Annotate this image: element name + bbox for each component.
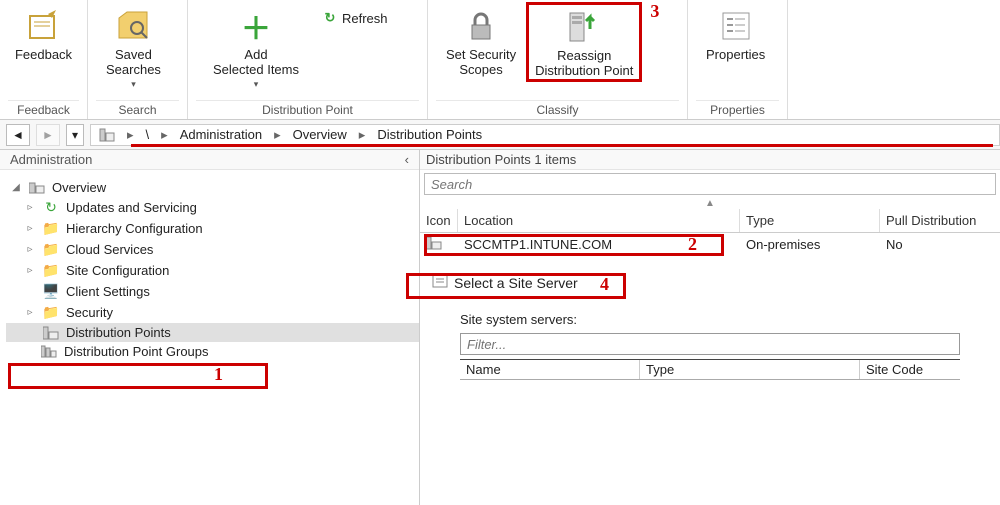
distribution-points-icon [42, 326, 60, 340]
tree-node-overview[interactable]: ◢ Overview [6, 178, 419, 197]
collapse-pane-icon[interactable]: ‹ [405, 152, 409, 167]
callout-badge-1: 1 [214, 364, 223, 385]
tree-node-distribution-point-groups[interactable]: Distribution Point Groups [6, 342, 419, 361]
tree-node-client-settings[interactable]: 🖥️ Client Settings [6, 281, 419, 302]
column-icon[interactable]: Icon [420, 209, 458, 232]
overview-icon [28, 181, 46, 195]
nav-tree-title: Administration ‹ [0, 150, 419, 170]
breadcrumb-root[interactable]: \ [138, 127, 158, 142]
column-pull[interactable]: Pull Distribution [880, 209, 1000, 232]
callout-badge-4: 4 [600, 274, 609, 295]
breadcrumb-administration[interactable]: Administration [172, 127, 270, 142]
nav-tree-pane: Administration ‹ ◢ Overview ▹ ↻ Updates … [0, 150, 420, 505]
column-type[interactable]: Type [740, 209, 880, 232]
client-settings-icon: 🖥️ [42, 283, 60, 300]
add-selected-items-button[interactable]: ＋ Add Selected Items ▾ [196, 2, 316, 90]
reassign-distribution-point-button[interactable]: Reassign Distribution Point 3 [526, 2, 642, 82]
detail-col-name[interactable]: Name [460, 360, 640, 379]
filter-input[interactable] [460, 333, 960, 355]
breadcrumb: ▸ \ ▸ Administration ▸ Overview ▸ Distri… [90, 124, 1000, 146]
ribbon-group-dist-point: Distribution Point [196, 100, 419, 119]
refresh-button[interactable]: ↻ Refresh [316, 6, 394, 30]
row-type: On-premises [740, 237, 880, 252]
detail-col-type[interactable]: Type [640, 360, 860, 379]
tree-node-distribution-points[interactable]: Distribution Points [6, 323, 419, 342]
nav-dropdown-button[interactable]: ▾ [66, 124, 84, 146]
ribbon-group-search: Search [96, 100, 179, 119]
properties-button[interactable]: Properties [696, 2, 775, 63]
breadcrumb-overview[interactable]: Overview [285, 127, 355, 142]
tree-node-hierarchy-config[interactable]: ▹ 📁 Hierarchy Configuration [6, 218, 419, 239]
ribbon-group-feedback: Feedback [8, 100, 79, 119]
callout-box-2 [424, 234, 724, 256]
detail-col-code[interactable]: Site Code [860, 360, 960, 379]
ribbon: Feedback Feedback Saved Searches ▾ Searc… [0, 0, 1000, 120]
saved-searches-icon [113, 6, 153, 46]
main-area: Administration ‹ ◢ Overview ▹ ↻ Updates … [0, 150, 1000, 505]
search-field[interactable] [431, 177, 989, 192]
set-security-scopes-button[interactable]: Set Security Scopes [436, 2, 526, 78]
site-servers-label: Site system servers: [460, 312, 1000, 327]
sort-indicator-icon: ▲ [420, 198, 1000, 209]
updates-icon: ↻ [42, 199, 60, 216]
content-pane: Distribution Points 1 items ▲ Icon Locat… [420, 150, 1000, 505]
tree-node-updates-servicing[interactable]: ▹ ↻ Updates and Servicing [6, 197, 419, 218]
folder-icon: 📁 [42, 304, 60, 321]
tree-node-cloud-services[interactable]: ▹ 📁 Cloud Services [6, 239, 419, 260]
expand-icon: ◢ [10, 182, 22, 193]
row-pull: No [880, 237, 1000, 252]
folder-icon: 📁 [42, 262, 60, 279]
feedback-button[interactable]: Feedback [8, 2, 79, 63]
callout-badge-3: 3 [650, 1, 659, 22]
nav-forward-button[interactable]: ► [36, 124, 60, 146]
add-icon: ＋ [236, 6, 276, 46]
column-headers: Icon Location Type Pull Distribution [420, 209, 1000, 233]
filter-field[interactable] [467, 337, 953, 352]
callout-box-4 [406, 273, 626, 299]
detail-column-headers: Name Type Site Code [460, 359, 960, 380]
nav-back-button[interactable]: ◄ [6, 124, 30, 146]
list-title: Distribution Points 1 items [420, 150, 1000, 170]
breadcrumb-bar: ◄ ► ▾ ▸ \ ▸ Administration ▸ Overview ▸ … [0, 120, 1000, 150]
properties-icon [716, 6, 756, 46]
callout-badge-2: 2 [688, 234, 697, 255]
callout-underline [131, 144, 993, 147]
ribbon-group-classify: Classify [436, 100, 679, 119]
refresh-icon: ↻ [322, 10, 338, 26]
folder-icon: 📁 [42, 220, 60, 237]
callout-box-1 [8, 363, 268, 389]
feedback-icon [24, 6, 64, 46]
tree-node-site-config[interactable]: ▹ 📁 Site Configuration [6, 260, 419, 281]
column-location[interactable]: Location [458, 209, 740, 232]
breadcrumb-home-icon[interactable] [91, 128, 123, 142]
tree-node-security[interactable]: ▹ 📁 Security [6, 302, 419, 323]
distribution-point-groups-icon [40, 345, 58, 359]
breadcrumb-distribution-points[interactable]: Distribution Points [369, 127, 490, 142]
dropdown-arrow-icon: ▾ [254, 79, 259, 90]
lock-icon [461, 6, 501, 46]
folder-icon: 📁 [42, 241, 60, 258]
server-reassign-icon [564, 7, 604, 47]
ribbon-group-properties: Properties [696, 100, 779, 119]
search-input[interactable] [424, 173, 996, 195]
saved-searches-button[interactable]: Saved Searches ▾ [96, 2, 171, 90]
breadcrumb-separator: ▸ [123, 127, 138, 143]
dropdown-arrow-icon: ▾ [131, 79, 136, 90]
